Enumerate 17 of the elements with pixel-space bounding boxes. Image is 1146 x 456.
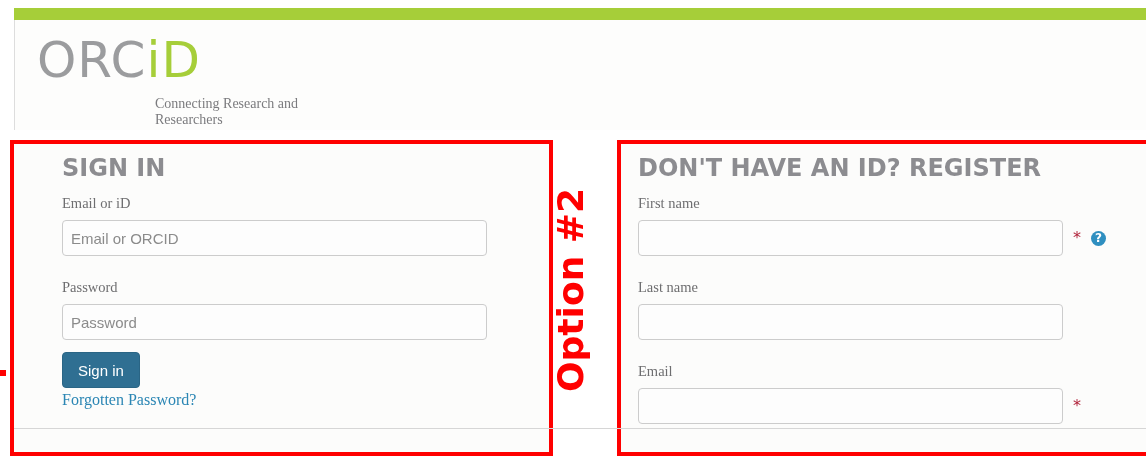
tagline: Connecting Research and Researchers: [155, 96, 300, 128]
password-field[interactable]: Password: [62, 304, 487, 340]
orcid-logo: ORCiD: [37, 30, 201, 90]
required-marker: *: [1073, 230, 1081, 246]
section-heading: DON'T HAVE AN ID? REGISTER: [638, 153, 1043, 184]
field-label: Last name: [638, 278, 698, 296]
field-label: First name: [638, 194, 700, 212]
section-heading: SIGN IN: [62, 153, 167, 184]
required-marker: *: [1073, 398, 1081, 414]
forgot-password-link[interactable]: Forgotten Password?: [62, 391, 197, 409]
help-icon[interactable]: ?: [1091, 230, 1106, 246]
field-label: Email or iD: [62, 194, 131, 212]
email-field[interactable]: Email or ORCID: [62, 220, 487, 256]
sign-in-button[interactable]: Sign in: [62, 352, 140, 388]
field-label: Password: [62, 278, 118, 296]
field-label: Email: [638, 362, 673, 380]
annotation-label: Option #2: [553, 188, 589, 392]
